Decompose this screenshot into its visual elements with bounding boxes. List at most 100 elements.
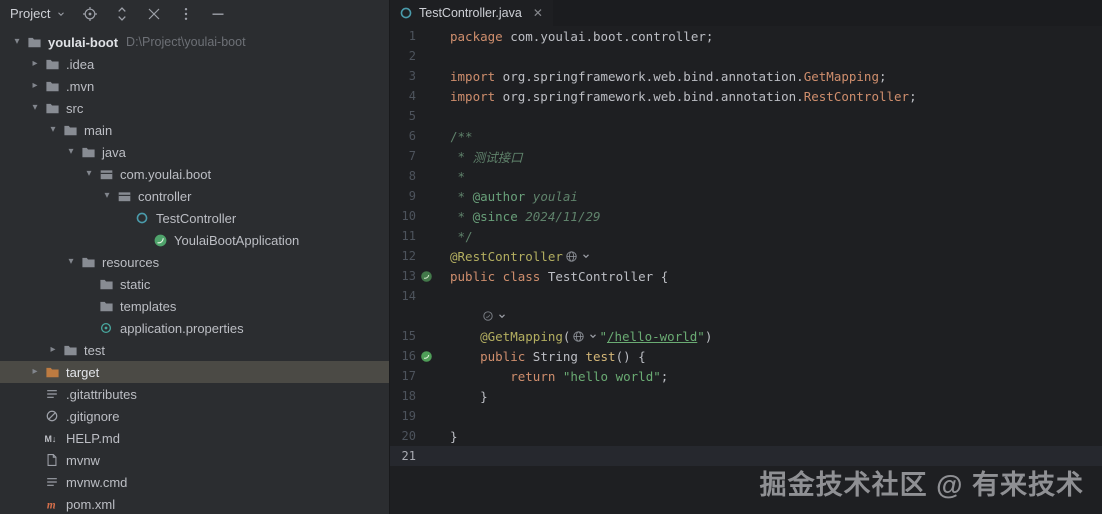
tree-item-pom-xml[interactable]: m pom.xml (0, 493, 389, 514)
chevron-down-icon[interactable]: ▾ (26, 103, 44, 113)
line-number[interactable]: 16 (390, 349, 416, 363)
line-number[interactable]: 21 (390, 449, 416, 463)
chevron-down-icon[interactable]: ▾ (98, 191, 116, 201)
tree-item-gitignore[interactable]: .gitignore (0, 405, 389, 427)
code-line: 10 * @since 2024/11/29 (390, 206, 1102, 226)
tree-item-youlaibootapplication[interactable]: YoulaiBootApplication (0, 229, 389, 251)
code-area[interactable]: 1 package com.youlai.boot.controller; 2 3 im… (390, 26, 1102, 514)
tree-item-youlai-boot[interactable]: ▾ youlai-boot D:\Project\youlai-boot (0, 31, 389, 53)
chevron-down-icon[interactable]: ▾ (80, 169, 98, 179)
more-options-icon[interactable] (178, 6, 194, 22)
line-number[interactable]: 9 (390, 189, 416, 203)
project-panel-title[interactable]: Project (10, 6, 50, 21)
line-number[interactable]: 7 (390, 149, 416, 163)
chevron-down-icon[interactable] (55, 6, 66, 22)
line-number[interactable]: 11 (390, 229, 416, 243)
globe-icon[interactable] (565, 250, 578, 263)
chevron-down-icon[interactable]: ▾ (62, 147, 80, 157)
tree-item-label: pom.xml (66, 496, 116, 512)
endpoint-gutter-icon[interactable] (416, 350, 436, 363)
tree-item-main[interactable]: ▾ main (0, 119, 389, 141)
tree-item-target[interactable]: ▸ target (0, 361, 389, 383)
code-text: } (450, 388, 488, 404)
hide-panel-icon[interactable] (210, 6, 226, 22)
tree-item-resources[interactable]: ▾ resources (0, 251, 389, 273)
folder-icon (44, 78, 60, 94)
locate-target-icon[interactable] (82, 6, 98, 22)
chevron-down-icon[interactable]: ▾ (44, 125, 62, 135)
tree-item-label: application.properties (120, 320, 244, 336)
inlay-hint-row (390, 306, 1102, 326)
code-text: @RestController (436, 249, 592, 264)
tree-item-mvn[interactable]: ▸ .mvn (0, 75, 389, 97)
chevron-down-icon[interactable]: ▾ (8, 37, 26, 47)
tree-item-application-properties[interactable]: application.properties (0, 317, 389, 339)
line-number[interactable]: 8 (390, 169, 416, 183)
line-number[interactable]: 17 (390, 369, 416, 383)
line-number[interactable]: 15 (390, 329, 416, 343)
line-number[interactable]: 10 (390, 209, 416, 223)
line-number[interactable]: 14 (390, 289, 416, 303)
line-number[interactable]: 5 (390, 109, 416, 123)
code-line: 5 (390, 106, 1102, 126)
springinlay-icon[interactable] (482, 310, 494, 322)
line-number[interactable]: 2 (390, 49, 416, 63)
tree-item-com-youlai-boot[interactable]: ▾ com.youlai.boot (0, 163, 389, 185)
lines-icon (44, 386, 60, 402)
folder-icon (62, 122, 78, 138)
chevron-down-icon[interactable] (498, 312, 506, 320)
code-line: 18 } (390, 386, 1102, 406)
code-line: 2 (390, 46, 1102, 66)
code-line: 17 return "hello world"; (390, 366, 1102, 386)
ide-window: Project ▾ youlai-boot D:\Project\youlai-bo… (0, 0, 1102, 514)
sort-updown-icon[interactable] (114, 6, 130, 22)
tree-item-gitattributes[interactable]: .gitattributes (0, 383, 389, 405)
line-number[interactable]: 6 (390, 129, 416, 143)
file-icon (44, 452, 60, 468)
line-number[interactable]: 1 (390, 29, 416, 43)
chevron-down-icon[interactable]: ▾ (62, 257, 80, 267)
tree-item-idea[interactable]: ▸ .idea (0, 53, 389, 75)
line-number[interactable]: 18 (390, 389, 416, 403)
chevron-down-icon[interactable] (589, 332, 597, 340)
tree-item-label: templates (120, 298, 177, 314)
tree-item-controller[interactable]: ▾ controller (0, 185, 389, 207)
folder-icon (62, 342, 78, 358)
tree-item-label: src (66, 100, 84, 116)
code-line: 14 (390, 286, 1102, 306)
folder-icon (44, 100, 60, 116)
tab-close-icon[interactable]: ✕ (533, 7, 543, 19)
chevron-down-icon[interactable] (582, 252, 590, 260)
editor-tab-testcontroller[interactable]: TestController.java ✕ (390, 0, 553, 26)
code-text: import org.springframework.web.bind.anno… (450, 68, 887, 84)
line-number[interactable]: 12 (390, 249, 416, 263)
code-text: */ (450, 228, 473, 244)
line-number[interactable]: 4 (390, 89, 416, 103)
line-number[interactable]: 19 (390, 409, 416, 423)
code-text: import org.springframework.web.bind.anno… (450, 88, 917, 104)
tree-item-java[interactable]: ▾ java (0, 141, 389, 163)
tree-item-testcontroller[interactable]: TestController (0, 207, 389, 229)
chevron-right-icon[interactable]: ▸ (26, 81, 44, 91)
tree-item-label: target (66, 364, 100, 380)
tree-item-test[interactable]: ▸ test (0, 339, 389, 361)
tree-item-help-md[interactable]: M↓ HELP.md (0, 427, 389, 449)
chevron-right-icon[interactable]: ▸ (26, 59, 44, 69)
line-number[interactable]: 13 (390, 269, 416, 283)
code-text: public String test() { (480, 348, 646, 364)
collapse-all-icon[interactable] (146, 6, 162, 22)
line-number[interactable]: 3 (390, 69, 416, 83)
bean-gutter-icon[interactable] (416, 270, 436, 283)
tree-item-templates[interactable]: templates (0, 295, 389, 317)
chevron-right-icon[interactable]: ▸ (26, 367, 44, 377)
tree-item-src[interactable]: ▾ src (0, 97, 389, 119)
globe-icon[interactable] (572, 330, 585, 343)
tree-item-mvnw-cmd[interactable]: mvnw.cmd (0, 471, 389, 493)
tree-item-static[interactable]: static (0, 273, 389, 295)
tree-item-label: com.youlai.boot (120, 166, 212, 182)
chevron-right-icon[interactable]: ▸ (44, 345, 62, 355)
project-tree[interactable]: ▾ youlai-boot D:\Project\youlai-boot ▸ .idea… (0, 27, 389, 514)
tree-item-label: TestController (156, 210, 237, 226)
tree-item-mvnw[interactable]: mvnw (0, 449, 389, 471)
line-number[interactable]: 20 (390, 429, 416, 443)
